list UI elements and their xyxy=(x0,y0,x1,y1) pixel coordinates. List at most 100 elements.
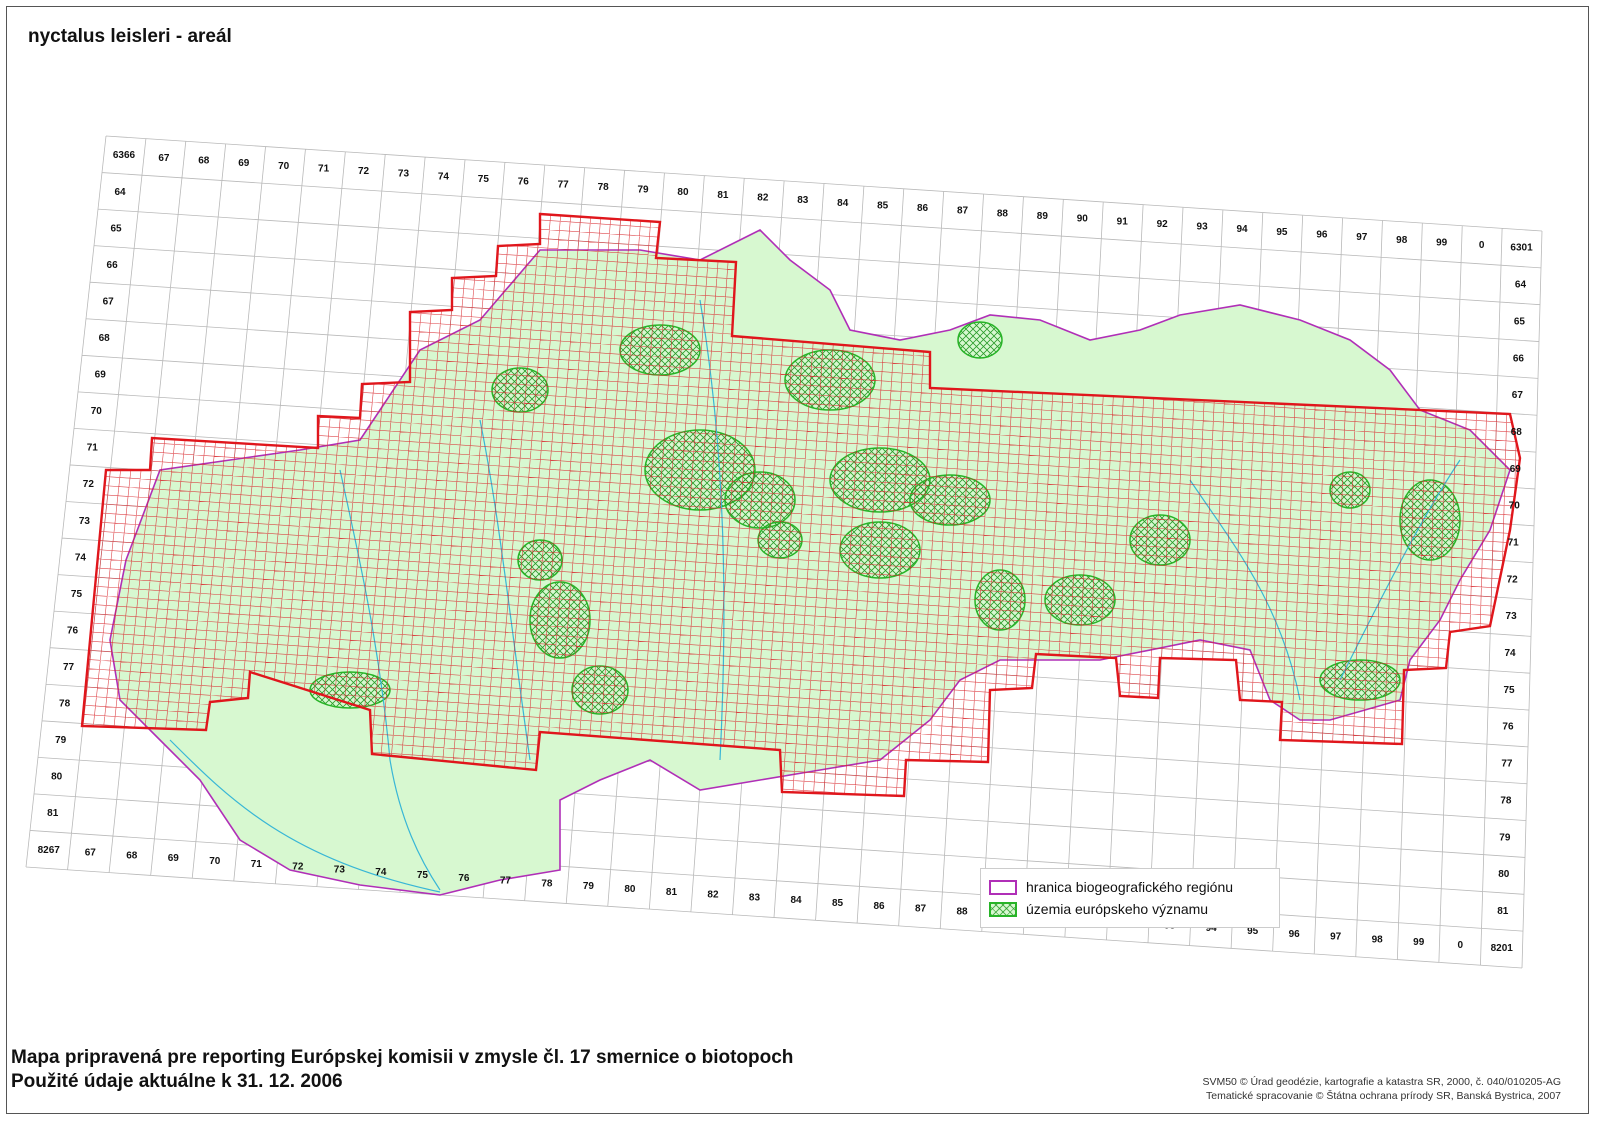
country-land xyxy=(109,229,1511,896)
grid-label-top: 87 xyxy=(957,206,969,217)
grid-label-left: 73 xyxy=(79,516,91,527)
grid-label-right: 70 xyxy=(1509,501,1521,512)
grid-label-top: 72 xyxy=(358,166,370,177)
legend-label: hranica biogeografického regiónu xyxy=(1026,879,1234,895)
grid-label-top: 96 xyxy=(1316,230,1328,241)
legend-label: územia európskeho významu xyxy=(1026,901,1209,917)
credits-line-2: Tematické spracovanie © Štátna ochrana p… xyxy=(1206,1090,1561,1102)
grid-label-bottom: 97 xyxy=(1330,932,1342,943)
distribution-map: 6366 67 68 69 70 71 72 73 74 75 76 77 78 79 80 81 82 83 84… xyxy=(25,135,1543,969)
grid-label-right: 65 xyxy=(1514,316,1526,327)
grid-label-top: 93 xyxy=(1197,222,1209,233)
grid-label-top: 84 xyxy=(837,198,849,209)
legend-item-region-border: hranica biogeografického regiónu xyxy=(989,876,1271,898)
grid-label-right: 67 xyxy=(1512,390,1524,401)
grid-label-left: 75 xyxy=(71,589,83,600)
grid-label-bottom: 69 xyxy=(168,853,180,864)
grid-label-top: 89 xyxy=(1037,211,1049,222)
grid-label-bottom: 68 xyxy=(126,850,138,861)
grid-label-top: 86 xyxy=(917,203,929,214)
grid-label-left: 79 xyxy=(55,735,67,746)
grid-label-top: 94 xyxy=(1236,224,1248,235)
grid-label-bottom: 80 xyxy=(624,884,636,895)
grid-label-top: 97 xyxy=(1356,232,1368,243)
grid-label-top: 70 xyxy=(278,161,290,172)
grid-label-left: 74 xyxy=(75,552,87,563)
grid-label-top: 82 xyxy=(757,193,769,204)
grid-label-top: 75 xyxy=(478,174,490,185)
grid-label-bottom: 75 xyxy=(417,870,429,881)
protected-area xyxy=(974,569,1026,631)
grid-label-right: 77 xyxy=(1501,759,1513,770)
grid-label-bottom: 77 xyxy=(500,876,512,887)
grid-label-top: 83 xyxy=(797,195,809,206)
grid-label-top: 76 xyxy=(518,177,530,188)
grid-label-top: 6366 xyxy=(113,150,136,161)
grid-label-top: 99 xyxy=(1436,237,1448,248)
grid-label-bottom: 88 xyxy=(957,906,969,917)
grid-label-left: 70 xyxy=(91,406,103,417)
grid-label-bottom: 83 xyxy=(749,892,761,903)
grid-label-left: 66 xyxy=(107,260,119,271)
grid-label-right: 68 xyxy=(1511,427,1523,438)
grid-label-top: 73 xyxy=(398,169,410,180)
grid-label-top: 67 xyxy=(158,153,170,164)
grid-label-right: 71 xyxy=(1508,538,1520,549)
legend-item-protected-area: územia európskeho významu xyxy=(989,898,1271,920)
grid-label-right: 74 xyxy=(1505,648,1517,659)
grid-label-top: 88 xyxy=(997,208,1009,219)
grid-label-left: 69 xyxy=(95,370,107,381)
grid-label-top: 80 xyxy=(677,187,689,198)
grid-label-top: 74 xyxy=(438,171,450,182)
grid-label-left: 76 xyxy=(67,625,79,636)
grid-label-top: 71 xyxy=(318,163,330,174)
footer-line-2: Použité údaje aktuálne k 31. 12. 2006 xyxy=(11,1071,343,1092)
credits-line-1: SVM50 © Úrad geodézie, kartografie a kat… xyxy=(1202,1076,1561,1088)
grid-label-right: 72 xyxy=(1507,574,1519,585)
grid-label-right: 78 xyxy=(1500,795,1512,806)
grid-label-left: 81 xyxy=(47,808,59,819)
grid-label-left: 77 xyxy=(63,662,75,673)
grid-label-bottom: 67 xyxy=(85,848,97,859)
grid-label-left: 67 xyxy=(103,296,115,307)
grid-label-bottom: 76 xyxy=(458,873,470,884)
grid-label-bottom: 82 xyxy=(707,890,719,901)
grid-label-bottom: 8201 xyxy=(1491,943,1514,954)
grid-label-right: 79 xyxy=(1499,832,1511,843)
grid-label-top: 81 xyxy=(717,190,729,201)
grid-label-left: 78 xyxy=(59,699,71,710)
grid-label-right: 66 xyxy=(1513,353,1525,364)
grid-label-bottom: 87 xyxy=(915,904,927,915)
grid-label-bottom: 78 xyxy=(541,878,553,889)
hatched-area-icon xyxy=(989,901,1017,917)
grid-label-right: 64 xyxy=(1515,280,1527,291)
grid-label-bottom: 98 xyxy=(1372,934,1384,945)
map-legend: hranica biogeografického regiónu územia … xyxy=(980,868,1280,928)
grid-label-top: 98 xyxy=(1396,235,1408,246)
grid-label-top: 6301 xyxy=(1510,243,1533,254)
protected-area xyxy=(909,474,991,526)
grid-label-top: 68 xyxy=(198,156,210,167)
grid-label-right: 73 xyxy=(1506,611,1518,622)
grid-label-top: 91 xyxy=(1117,216,1129,227)
protected-area xyxy=(571,665,629,715)
grid-label-bottom: 71 xyxy=(251,859,263,870)
grid-label-left: 65 xyxy=(110,223,122,234)
grid-label-left: 68 xyxy=(99,333,111,344)
grid-label-bottom: 70 xyxy=(209,856,221,867)
land-area xyxy=(109,229,1511,896)
grid-label-bottom: 79 xyxy=(583,881,595,892)
region-border-icon xyxy=(989,879,1017,895)
grid-label-top: 78 xyxy=(598,182,610,193)
grid-label-bottom: 8267 xyxy=(38,845,61,856)
grid-label-bottom: 96 xyxy=(1289,929,1301,940)
grid-label-bottom: 84 xyxy=(790,895,802,906)
grid-label-bottom: 99 xyxy=(1413,937,1425,948)
grid-label-left: 72 xyxy=(83,479,95,490)
protected-area xyxy=(1044,574,1116,626)
grid-label-top: 85 xyxy=(877,200,889,211)
grid-label-right: 75 xyxy=(1503,685,1515,696)
grid-label-bottom: 81 xyxy=(666,887,678,898)
grid-label-top: 92 xyxy=(1157,219,1169,230)
grid-label-left: 71 xyxy=(87,443,99,454)
